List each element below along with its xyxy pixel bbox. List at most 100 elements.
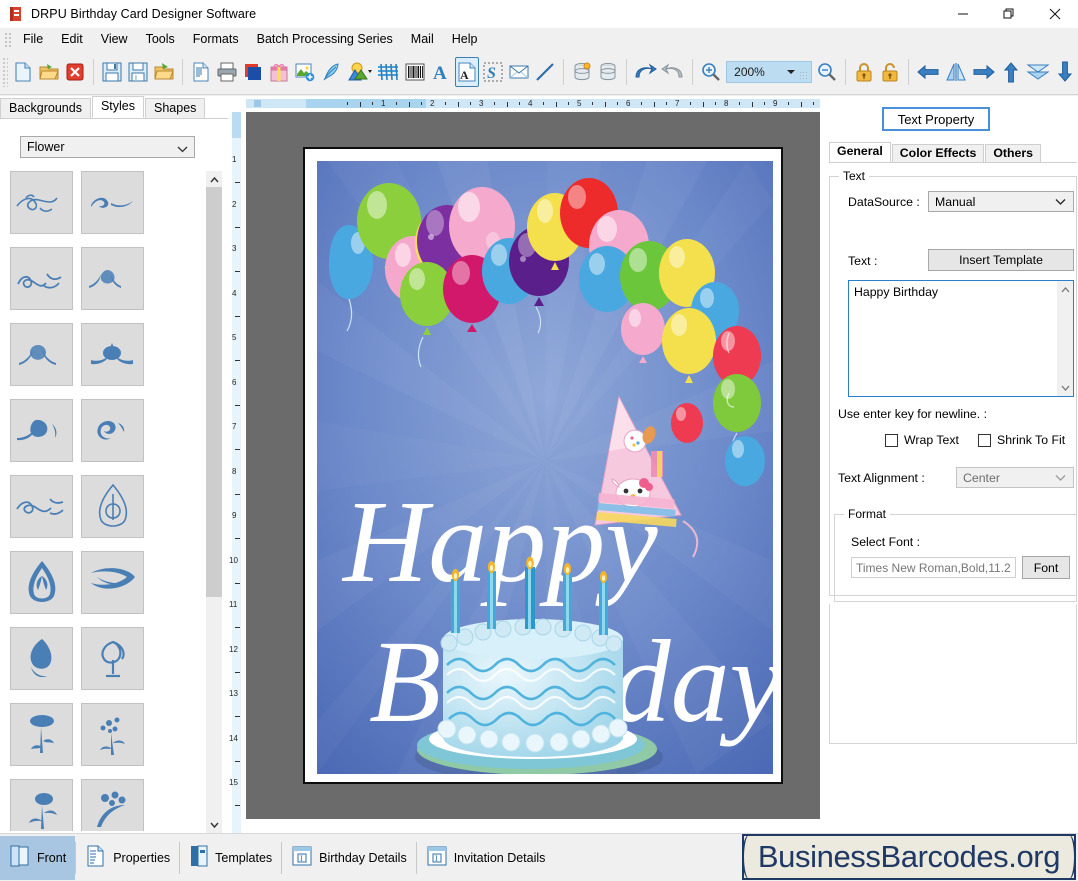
font-value-field[interactable]: Times New Roman,Bold,11.2 [851, 557, 1016, 578]
close-document-icon[interactable] [63, 57, 87, 87]
style-thumbnail[interactable] [81, 171, 144, 234]
close-button[interactable] [1032, 0, 1078, 28]
minimize-button[interactable] [940, 0, 986, 28]
align-right-icon[interactable] [971, 57, 997, 87]
scroll-up-arrow[interactable] [206, 171, 222, 187]
vertical-ruler[interactable]: 1 2 3 4 5 6 7 8 9 10 11 12 13 14 15 [228, 112, 246, 833]
canvas-workspace[interactable]: Happy Birthday [246, 112, 820, 819]
lock-closed-icon[interactable] [852, 57, 876, 87]
status-item-birthday-details[interactable]: I Birthday Details [282, 836, 416, 880]
new-document-icon[interactable] [11, 57, 35, 87]
envelope-icon[interactable] [507, 57, 531, 87]
text-frame-icon[interactable]: A [454, 57, 479, 87]
card-properties-icon[interactable] [189, 57, 213, 87]
style-thumbnail[interactable] [10, 627, 73, 690]
line-icon[interactable] [533, 57, 557, 87]
menu-grip-handle[interactable] [3, 30, 12, 47]
style-thumbnail[interactable] [10, 171, 73, 234]
menu-file[interactable]: File [14, 30, 52, 48]
scroll-up-arrow[interactable] [1057, 281, 1073, 297]
styles-scrollbar[interactable] [206, 171, 222, 833]
card-page[interactable]: Happy Birthday [303, 147, 783, 784]
style-thumbnail[interactable] [10, 779, 73, 831]
tab-styles[interactable]: Styles [91, 96, 145, 118]
style-category-select[interactable]: Flower [20, 136, 195, 158]
style-thumbnail[interactable] [81, 779, 144, 831]
align-left-icon[interactable] [915, 57, 941, 87]
menu-mail[interactable]: Mail [402, 30, 443, 48]
align-top-icon[interactable] [999, 57, 1023, 87]
style-thumbnail[interactable] [10, 323, 73, 386]
scrollbar-track[interactable] [1057, 297, 1073, 380]
tab-general[interactable]: General [829, 142, 891, 163]
scrollbar-thumb[interactable] [206, 187, 222, 597]
insert-template-button[interactable]: Insert Template [928, 249, 1074, 271]
wrap-text-checkbox[interactable]: Wrap Text [885, 433, 959, 447]
menu-formats[interactable]: Formats [184, 30, 248, 48]
scroll-down-arrow[interactable] [206, 817, 222, 833]
card-artwork[interactable]: Happy Birthday [317, 161, 773, 774]
style-thumbnail[interactable] [10, 247, 73, 310]
flip-horizontal-icon[interactable] [943, 57, 969, 87]
lock-open-icon[interactable] [878, 57, 902, 87]
open-recent-icon[interactable] [152, 57, 176, 87]
text-icon[interactable]: A [429, 57, 453, 87]
status-item-front[interactable]: Front [0, 835, 76, 880]
database-icon[interactable] [596, 57, 620, 87]
database-settings-icon[interactable] [570, 57, 594, 87]
zoom-level-combo[interactable]: 200% [726, 61, 813, 83]
style-thumbnail[interactable] [81, 399, 144, 462]
tab-backgrounds[interactable]: Backgrounds [0, 98, 91, 118]
menu-view[interactable]: View [92, 30, 137, 48]
menu-batch-processing-series[interactable]: Batch Processing Series [248, 30, 402, 48]
insert-image-icon[interactable] [293, 57, 317, 87]
scroll-down-arrow[interactable] [1057, 380, 1073, 396]
style-thumbnail[interactable] [81, 703, 144, 766]
save-as-icon[interactable]: I [126, 57, 150, 87]
style-thumbnail[interactable] [10, 703, 73, 766]
shapes-icon[interactable] [345, 57, 373, 87]
print-icon[interactable] [215, 57, 239, 87]
background-icon[interactable] [241, 57, 265, 87]
undo-icon[interactable] [632, 57, 658, 87]
style-thumbnail[interactable] [81, 551, 144, 614]
style-thumbnail[interactable] [10, 399, 73, 462]
status-item-properties[interactable]: Properties [76, 836, 179, 880]
signature-icon[interactable]: S [481, 57, 505, 87]
tab-color-effects[interactable]: Color Effects [891, 144, 985, 163]
tab-shapes[interactable]: Shapes [145, 98, 206, 118]
save-icon[interactable] [100, 57, 124, 87]
distribute-icon[interactable] [1025, 57, 1051, 87]
menu-edit[interactable]: Edit [52, 30, 92, 48]
datasource-select[interactable]: Manual [928, 191, 1074, 212]
scrollbar-track[interactable] [206, 597, 222, 817]
zoom-in-icon[interactable] [699, 57, 723, 87]
style-thumbnail[interactable] [10, 551, 73, 614]
text-content-textarea[interactable]: Happy Birthday [848, 280, 1074, 397]
style-thumbnail[interactable] [81, 627, 144, 690]
toolbar-grip-handle[interactable] [2, 57, 9, 87]
font-button[interactable]: Font [1022, 556, 1070, 579]
tab-others[interactable]: Others [985, 144, 1041, 163]
menu-help[interactable]: Help [443, 30, 487, 48]
open-folder-icon[interactable] [37, 57, 61, 87]
gift-icon[interactable] [267, 57, 291, 87]
ribbon-icon[interactable] [375, 57, 401, 87]
maximize-restore-button[interactable] [986, 0, 1032, 28]
horizontal-ruler[interactable]: 1 2 3 4 5 6 7 8 9 [246, 96, 820, 112]
pen-draw-icon[interactable] [319, 57, 343, 87]
align-bottom-icon[interactable] [1053, 57, 1077, 87]
canvas-horizontal-scroll-area[interactable] [246, 819, 820, 833]
textarea-scrollbar[interactable] [1057, 281, 1073, 396]
style-thumbnail[interactable] [81, 247, 144, 310]
style-thumbnail[interactable] [81, 323, 144, 386]
menu-tools[interactable]: Tools [137, 30, 184, 48]
status-item-templates[interactable]: Templates [180, 836, 281, 880]
text-alignment-select[interactable]: Center [956, 467, 1074, 488]
style-thumbnail[interactable] [81, 475, 144, 538]
shrink-to-fit-checkbox[interactable]: Shrink To Fit [978, 433, 1065, 447]
redo-icon[interactable] [660, 57, 686, 87]
status-item-invitation-details[interactable]: I Invitation Details [417, 836, 555, 880]
barcode-icon[interactable] [403, 57, 427, 87]
zoom-out-icon[interactable] [815, 57, 839, 87]
